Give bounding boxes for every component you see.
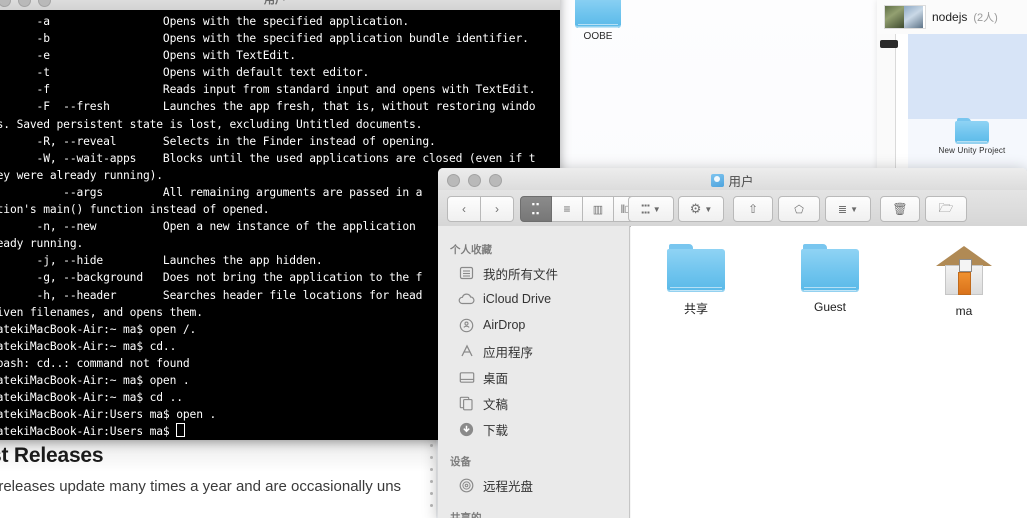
sort-button[interactable]: ≣ ▼ — [825, 196, 871, 222]
tag-button[interactable]: ⬠ — [778, 196, 820, 222]
avatar — [904, 6, 923, 28]
desktop-folder-label: OOBE — [583, 31, 613, 42]
folder-icon — [955, 118, 989, 144]
finder-window[interactable]: 用户 ‹ › ▪▪▪▪ ≡ ▥ ‖□‖ — [438, 168, 1027, 518]
grid-icon: ▪▪▪ ▪▪▪ — [641, 201, 650, 217]
view-list-button[interactable]: ≡ — [552, 196, 583, 222]
gear-icon: ⚙ — [689, 201, 702, 216]
sidebar-item-remote-disc[interactable]: 远程光盘 — [438, 472, 629, 498]
finder-titlebar[interactable]: 用户 — [438, 168, 1027, 190]
view-mode-buttons[interactable]: ▪▪▪▪ ≡ ▥ ‖□‖ — [520, 196, 645, 222]
avatar-group — [884, 5, 926, 29]
file-item-shared[interactable]: 共享 — [661, 244, 731, 318]
chevron-down-icon: ▼ — [652, 204, 661, 214]
disc-icon — [458, 477, 475, 493]
new-folder-button[interactable]: 🗁 — [925, 196, 967, 222]
finder-title-text: 用户 — [728, 175, 754, 189]
back-button[interactable]: ‹ — [447, 196, 481, 222]
documents-icon — [458, 395, 475, 411]
finder-title-bar-label: 用户 — [438, 171, 1027, 190]
file-item-label: Guest — [813, 300, 846, 314]
browser-scrollbar[interactable] — [429, 444, 434, 514]
view-column-button[interactable]: ▥ — [583, 196, 614, 222]
file-item-label: 共享 — [683, 302, 708, 316]
share-button[interactable]: ⇧ — [733, 196, 773, 222]
desktop-icon — [458, 369, 475, 385]
folder-icon — [575, 0, 621, 28]
chat-conversation-name: nodejs — [932, 10, 968, 24]
file-item-label: ma — [955, 304, 973, 318]
desktop-folder-label: New Unity Project — [938, 146, 1006, 155]
sidebar-item-all-my-files[interactable]: 我的所有文件 — [438, 260, 629, 286]
sidebar-item-label: 文稿 — [483, 397, 509, 412]
browser-heading: st Releases — [0, 444, 104, 467]
sidebar-item-label: AirDrop — [483, 318, 526, 332]
chat-member-count: (2人) — [973, 12, 998, 24]
list-icon: ≣ — [837, 203, 848, 216]
desktop-root: nodejs (2人) New Unity Project OOBE st Re… — [0, 0, 1027, 518]
navigation-buttons[interactable]: ‹ › — [447, 196, 514, 222]
sidebar-item-label: 桌面 — [483, 371, 509, 386]
folder-icon — [667, 244, 725, 292]
view-icon-button[interactable]: ▪▪ ▪▪ — [520, 196, 552, 222]
desktop-folder-adobe[interactable]: OOBE — [563, 0, 633, 54]
delete-button[interactable]: 🗑 — [880, 196, 920, 222]
tag-icon: ⬠ — [794, 203, 804, 216]
applications-icon — [458, 343, 475, 359]
sidebar-item-downloads[interactable]: 下载 — [438, 416, 629, 442]
forward-button[interactable]: › — [481, 196, 514, 222]
file-icon-grid: 共享 Guest ma — [631, 226, 1027, 318]
sidebar-item-documents[interactable]: 文稿 — [438, 390, 629, 416]
trash-icon: 🗑 — [892, 202, 908, 216]
browser-paragraph: t releases update many times a year and … — [0, 478, 402, 495]
sidebar-heading-favorites: 个人收藏 — [450, 244, 492, 256]
sidebar-heading-shared: 共享的 — [450, 512, 482, 518]
avatar — [885, 6, 904, 28]
sidebar-item-label: 应用程序 — [483, 345, 534, 360]
sidebar-item-label: 远程光盘 — [483, 479, 534, 494]
finder-sidebar[interactable]: 个人收藏 我的所有文件 iCloud Drive AirDrop 应用程序 桌面… — [438, 226, 630, 518]
file-item-ma[interactable]: ma — [929, 244, 999, 318]
arrange-button[interactable]: ▪▪▪ ▪▪▪ ▼ — [628, 196, 674, 222]
sidebar-item-label: 下载 — [483, 423, 509, 438]
cloud-icon — [458, 291, 475, 307]
sidebar-item-icloud-drive[interactable]: iCloud Drive — [438, 286, 629, 312]
finder-toolbar[interactable]: ‹ › ▪▪▪▪ ≡ ▥ ‖□‖ ▪▪▪▪▪▪ ▼ — [438, 190, 1027, 227]
user-folder-icon — [711, 174, 725, 187]
chevron-down-icon: ▼ — [704, 204, 713, 214]
browser-window[interactable]: st Releases t releases update many times… — [0, 438, 436, 518]
chat-app-message-pane — [908, 34, 1027, 119]
finder-content-area[interactable]: 共享 Guest ma — [631, 226, 1027, 518]
terminal-cursor — [176, 423, 186, 438]
home-folder-icon — [936, 244, 992, 296]
file-item-guest[interactable]: Guest — [795, 244, 865, 318]
share-icon: ⇧ — [747, 202, 759, 216]
terminal-title: 用户 — [264, 0, 286, 6]
download-icon — [458, 421, 475, 437]
document-stack-icon — [458, 265, 475, 281]
sidebar-item-label: iCloud Drive — [483, 292, 552, 306]
sidebar-item-airdrop[interactable]: AirDrop — [438, 312, 629, 338]
new-folder-icon: 🗁 — [938, 200, 954, 215]
airdrop-icon — [458, 317, 475, 333]
desktop-folder-new-unity-project[interactable]: New Unity Project — [932, 118, 1012, 170]
chat-app-badge — [880, 40, 898, 48]
folder-icon — [801, 244, 859, 292]
sidebar-item-applications[interactable]: 应用程序 — [438, 338, 629, 364]
chat-app-rail — [877, 34, 896, 170]
chevron-down-icon: ▼ — [850, 204, 859, 214]
sidebar-item-label: 我的所有文件 — [483, 267, 559, 282]
chat-conversation-item[interactable]: nodejs (2人) — [884, 3, 1027, 31]
sidebar-heading-devices: 设备 — [450, 456, 471, 468]
sidebar-item-desktop[interactable]: 桌面 — [438, 364, 629, 390]
action-menu-button[interactable]: ⚙ ▼ — [678, 196, 724, 222]
